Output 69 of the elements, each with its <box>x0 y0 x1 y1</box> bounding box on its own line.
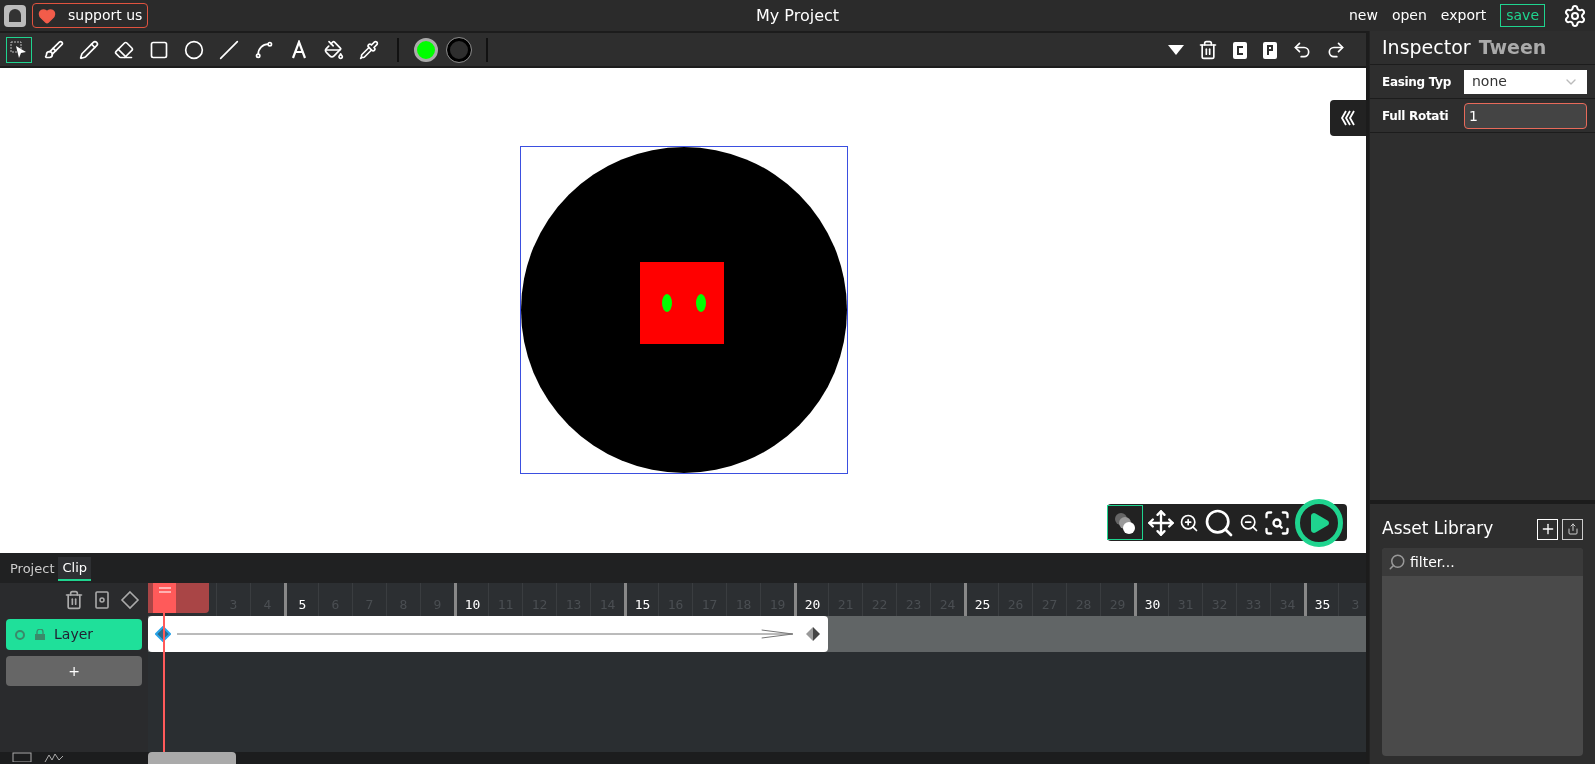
share-icon <box>1566 523 1579 535</box>
play-button[interactable] <box>1295 498 1343 547</box>
eyedropper-tool-icon <box>359 39 379 60</box>
frame-number: 10 <box>464 595 481 614</box>
field-label: Easing Typ <box>1382 73 1453 91</box>
fill-tool-icon <box>324 39 344 60</box>
collapse-panel-button[interactable] <box>1330 100 1366 136</box>
zoom-in-icon[interactable] <box>1179 512 1199 533</box>
search-icon <box>1388 553 1406 571</box>
frame-number: 35 <box>1314 595 1331 614</box>
brush-tool-icon <box>44 39 64 60</box>
rectangle-tool-icon <box>149 39 169 60</box>
ellipse-tool-icon <box>184 39 204 60</box>
pencil-tool-icon <box>79 39 99 60</box>
waveform-icon[interactable] <box>44 752 64 762</box>
frame-number: 15 <box>634 595 651 614</box>
fill-swatch[interactable] <box>414 37 438 62</box>
menu-button[interactable]: export <box>1440 5 1487 26</box>
paste-icon[interactable] <box>1262 39 1278 60</box>
heart-icon <box>38 6 56 25</box>
timeline-scrollbar[interactable] <box>148 752 236 764</box>
pan-icon[interactable] <box>1147 508 1175 537</box>
stage-canvas[interactable] <box>0 68 1366 553</box>
rotation-input[interactable]: 1 <box>1464 102 1587 129</box>
copy-icon[interactable] <box>1232 39 1248 60</box>
dropdown-triangle-icon[interactable] <box>1168 44 1184 55</box>
filter-field[interactable]: filter... <box>1382 548 1583 576</box>
keyframe-add-icon[interactable] <box>92 589 112 610</box>
delete-layer-icon[interactable] <box>64 589 84 610</box>
menu-button[interactable]: new <box>1348 5 1378 26</box>
asset-library-title: Asset Library <box>1382 517 1495 541</box>
onion-skin-button[interactable] <box>1107 505 1143 540</box>
undo-icon[interactable] <box>1292 39 1312 60</box>
redo-icon[interactable] <box>1326 39 1346 60</box>
stroke-swatch[interactable] <box>447 37 471 62</box>
frame-number: 25 <box>974 595 991 614</box>
app-logo[interactable] <box>4 4 26 27</box>
menu-button[interactable]: open <box>1391 5 1427 26</box>
text-tool-icon <box>289 39 309 60</box>
timeline-tab[interactable]: Clip <box>58 557 92 581</box>
timeline-tab[interactable]: Project <box>6 557 59 581</box>
frame-number: 20 <box>804 595 821 614</box>
film-icon[interactable] <box>12 752 32 762</box>
add-asset-button[interactable] <box>1537 518 1558 540</box>
frame-number: 5 <box>298 595 307 614</box>
eraser-tool-icon <box>114 39 134 60</box>
line-tool-icon <box>219 39 239 60</box>
project-title: My Project <box>755 4 840 27</box>
export-asset-button[interactable] <box>1562 518 1583 540</box>
zoom-out-icon[interactable] <box>1239 512 1259 533</box>
diamond-icon[interactable] <box>120 589 140 610</box>
inspector-subtitle: Tween <box>1478 35 1547 61</box>
frame-number: 30 <box>1144 595 1161 614</box>
layer-name: Layer <box>54 625 94 644</box>
fit-view-icon[interactable] <box>1263 508 1291 537</box>
path-tool-icon <box>254 39 274 60</box>
onion-skin-icon <box>1113 510 1137 535</box>
tool-button[interactable] <box>6 36 32 63</box>
field-label: Full Rotati <box>1382 107 1450 125</box>
inspector-title: Inspector <box>1382 35 1471 61</box>
save-button[interactable]: save <box>1500 4 1545 27</box>
support-button[interactable]: support us <box>32 3 149 28</box>
settings-icon[interactable] <box>1563 3 1587 28</box>
artwork-drawing[interactable] <box>520 146 848 474</box>
playhead-range[interactable] <box>148 583 209 613</box>
easing-select[interactable]: none <box>1464 69 1587 94</box>
delete-icon[interactable] <box>1198 39 1218 60</box>
add-layer-button[interactable]: + <box>6 656 142 686</box>
chevrons-left-icon <box>1338 108 1358 128</box>
